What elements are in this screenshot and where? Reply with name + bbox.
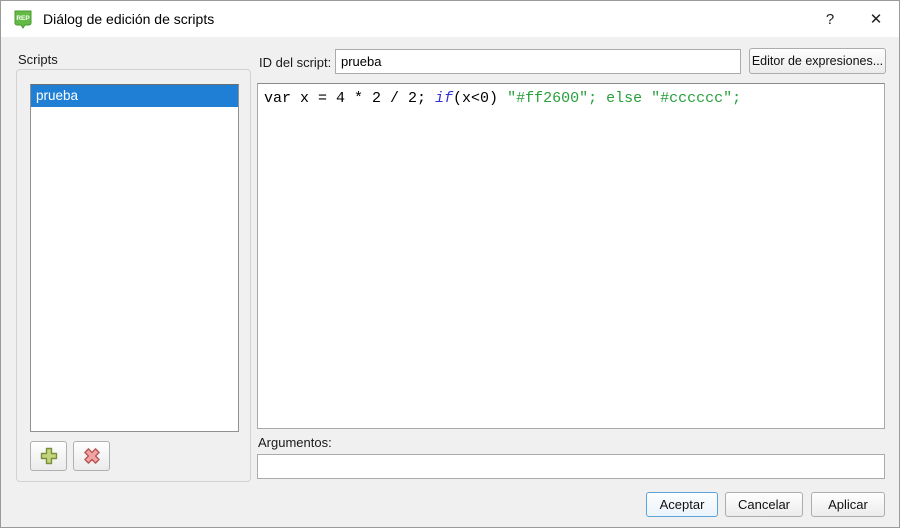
- code-token: (x<0): [453, 90, 507, 107]
- code-editor[interactable]: var x = 4 * 2 / 2; if(x<0) "#ff2600"; el…: [257, 83, 885, 429]
- apply-button[interactable]: Aplicar: [811, 492, 885, 517]
- rep-badge-icon: REP: [13, 9, 33, 29]
- code-token: if: [435, 90, 453, 107]
- code-token: var x = 4 * 2 / 2;: [264, 90, 435, 107]
- delete-x-icon: [81, 445, 103, 467]
- window-title: Diálog de edición de scripts: [43, 11, 214, 27]
- titlebar-buttons: ? ✕: [807, 1, 899, 37]
- script-id-input[interactable]: [335, 49, 741, 74]
- arguments-input[interactable]: [257, 454, 885, 479]
- rep-badge-text: REP: [16, 15, 30, 22]
- script-edit-dialog: REP Diálog de edición de scripts ? ✕ Scr…: [0, 0, 900, 528]
- scripts-group: prueba: [16, 69, 251, 482]
- code-token: "#ff2600"; else "#cccccc";: [507, 90, 741, 107]
- titlebar: REP Diálog de edición de scripts ? ✕: [1, 1, 899, 37]
- list-item[interactable]: prueba: [31, 85, 238, 107]
- accept-button[interactable]: Aceptar: [646, 492, 718, 517]
- plus-icon: [38, 445, 60, 467]
- cancel-button[interactable]: Cancelar: [725, 492, 803, 517]
- scripts-group-label: Scripts: [18, 52, 58, 67]
- expression-editor-button[interactable]: Editor de expresiones...: [749, 48, 886, 74]
- arguments-label: Argumentos:: [258, 435, 332, 450]
- scripts-list[interactable]: prueba: [30, 84, 239, 432]
- add-script-button[interactable]: [30, 441, 67, 471]
- script-id-label: ID del script:: [259, 55, 331, 70]
- close-button[interactable]: ✕: [853, 1, 899, 37]
- help-button[interactable]: ?: [807, 1, 853, 37]
- delete-script-button[interactable]: [73, 441, 110, 471]
